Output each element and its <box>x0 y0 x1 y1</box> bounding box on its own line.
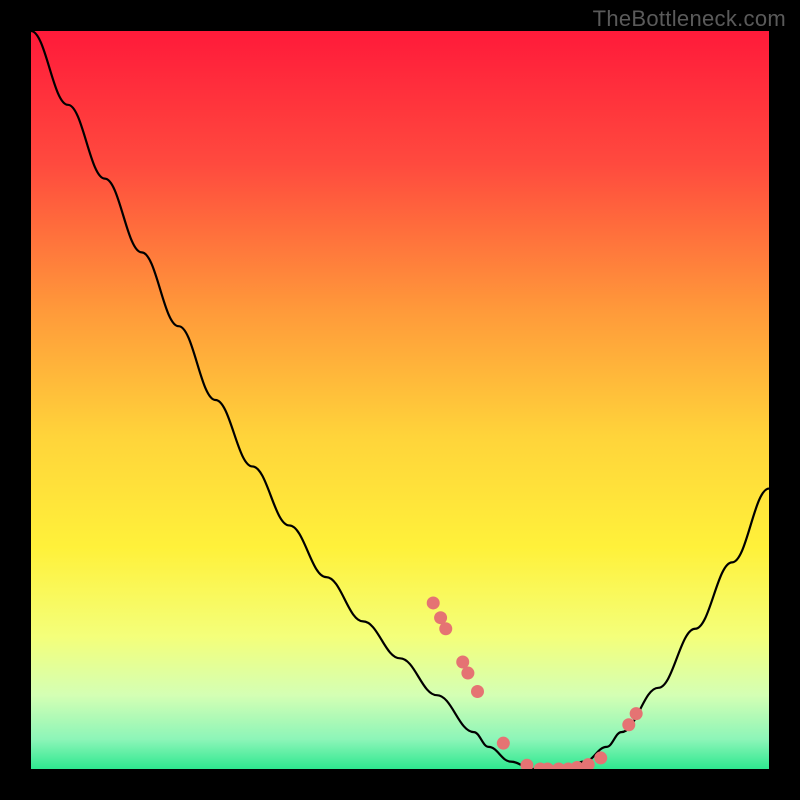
attribution-text: TheBottleneck.com <box>593 6 786 32</box>
chart-marker <box>630 707 643 720</box>
chart-marker <box>520 759 533 769</box>
chart-marker <box>434 611 447 624</box>
chart-plot-area <box>31 31 769 769</box>
chart-marker <box>594 751 607 764</box>
chart-marker <box>471 685 484 698</box>
chart-marker <box>439 622 452 635</box>
chart-marker <box>622 718 635 731</box>
chart-curve <box>31 31 769 769</box>
chart-marker <box>582 758 595 769</box>
chart-marker <box>497 737 510 750</box>
chart-marker <box>427 596 440 609</box>
chart-marker <box>461 667 474 680</box>
chart-marker <box>456 655 469 668</box>
